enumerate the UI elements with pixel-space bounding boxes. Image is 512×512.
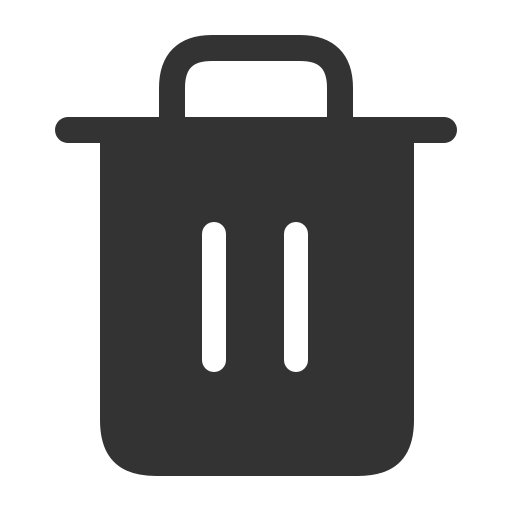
trash-icon [55,35,457,476]
trash-handle [159,35,353,118]
trash-body [100,130,414,476]
icon-canvas [0,0,512,512]
